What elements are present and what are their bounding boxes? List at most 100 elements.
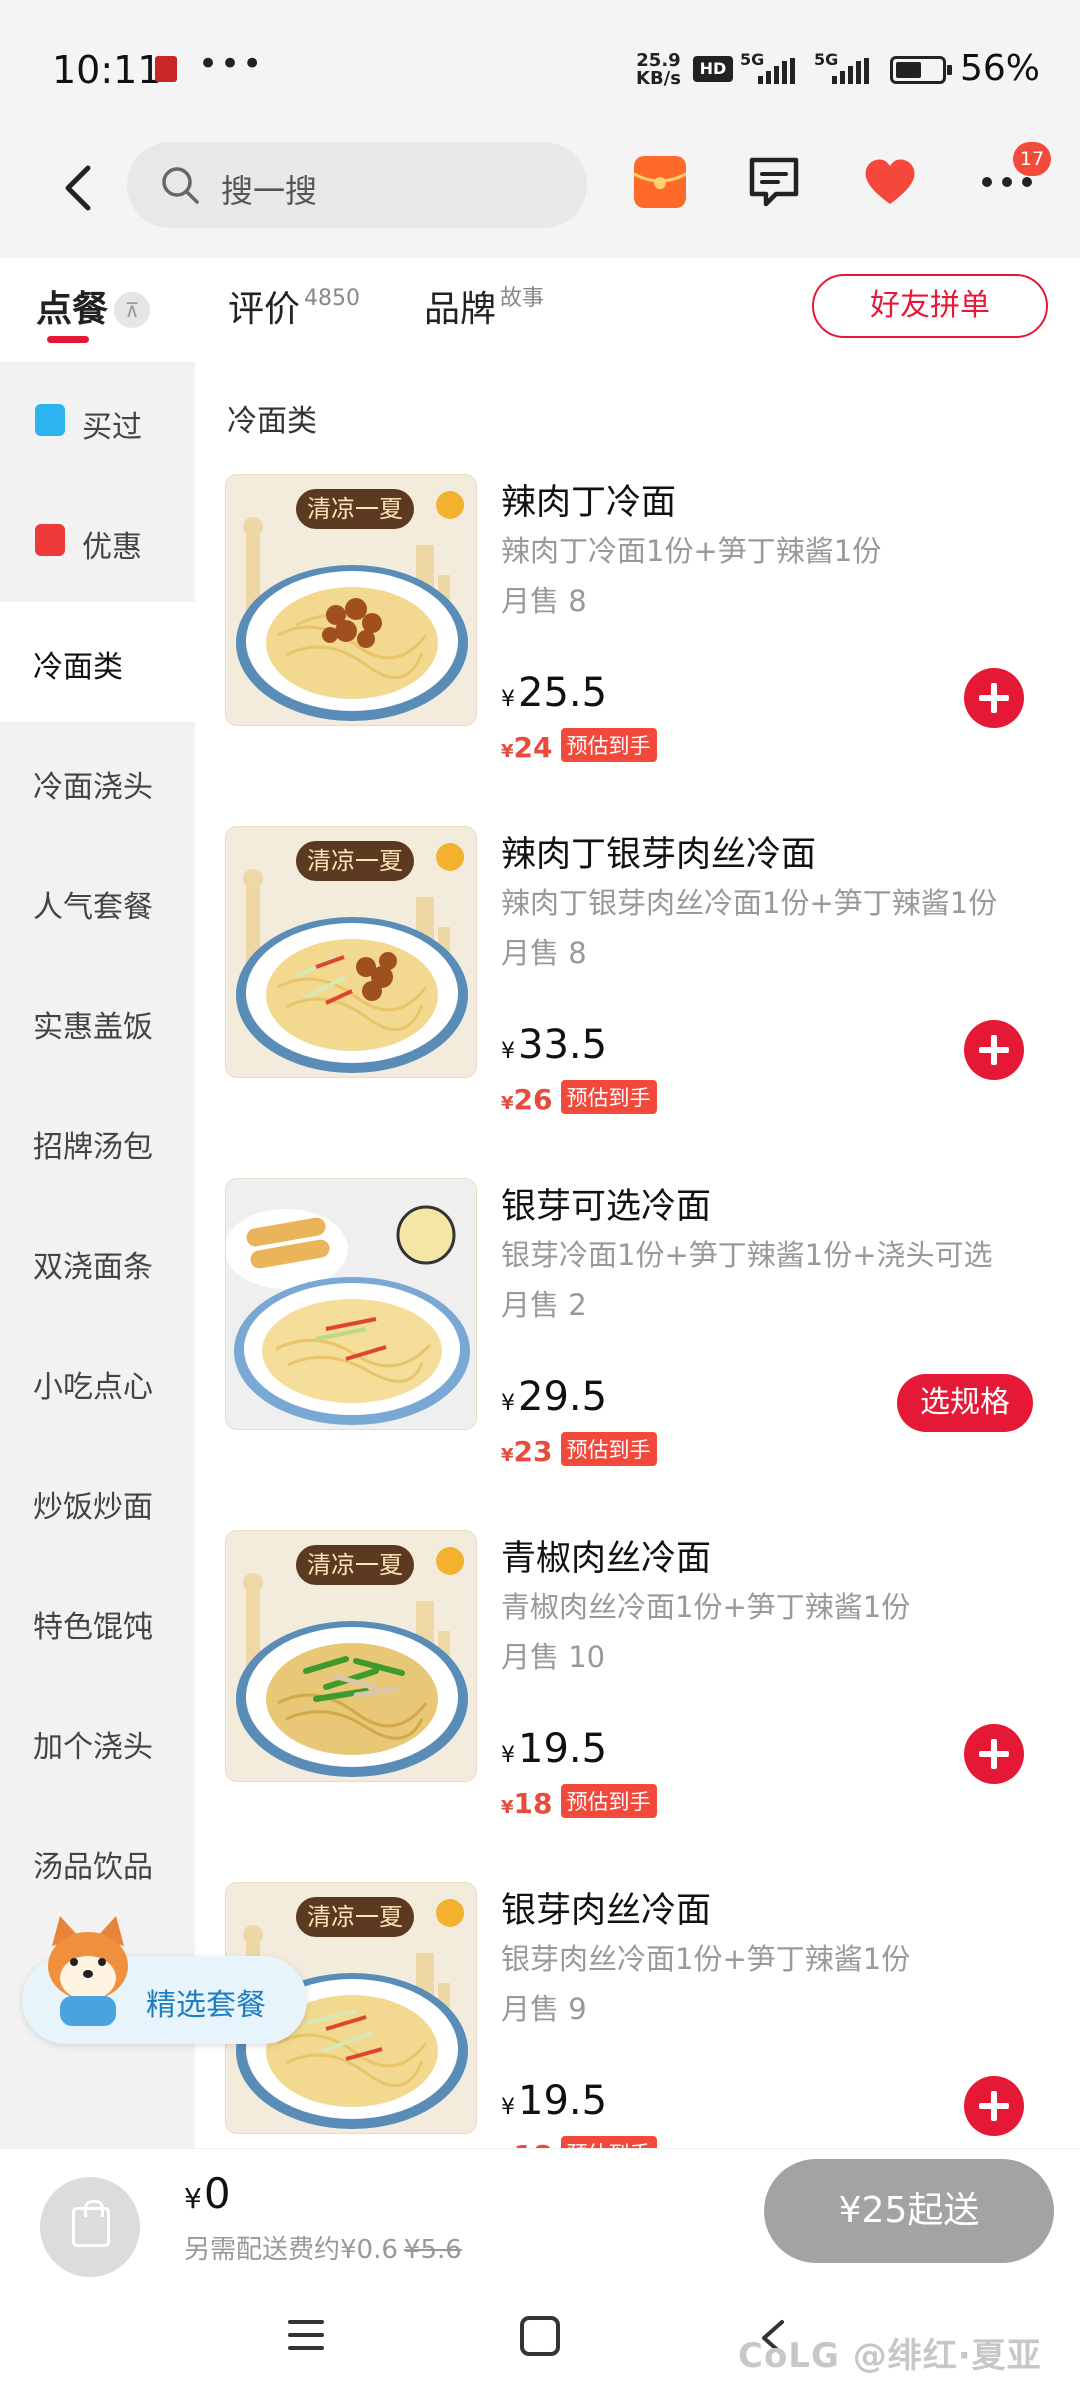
dish-price: ¥25.5: [501, 670, 608, 716]
sidebar-item-label: 特色馄饨: [33, 1610, 153, 1645]
back-icon[interactable]: [50, 158, 110, 218]
tab-brand[interactable]: 品牌 故事: [424, 280, 544, 332]
sidebar-item-label: 加个浇头: [33, 1730, 153, 1765]
featured-combo-label: 精选套餐: [146, 1988, 266, 2023]
thumb-banner: 清凉一夏: [307, 847, 403, 875]
menu-item[interactable]: 清凉一夏 银芽肉丝冷面 银芽肉丝冷面1份+笋丁辣酱1份 月售 9 ¥19.5 ¥…: [195, 1882, 1080, 2148]
dish-description: 辣肉丁银芽肉丝冷面1份+笋丁辣酱1份: [501, 886, 998, 920]
home-icon[interactable]: [520, 2316, 560, 2356]
menu-item[interactable]: 清凉一夏 辣肉丁银芽肉丝冷面 辣肉丁银芽肉丝冷面1份+笋丁辣酱1份 月售 8 ¥…: [195, 826, 1080, 1178]
select-spec-button[interactable]: 选规格: [897, 1374, 1033, 1432]
sidebar-item-extra-topping[interactable]: 加个浇头: [0, 1682, 195, 1802]
dish-image: 清凉一夏: [225, 474, 477, 726]
sidebar-item-soups-drinks[interactable]: 汤品饮品: [0, 1802, 195, 1922]
dish-image: 清凉一夏: [225, 826, 477, 1078]
signal-sim1-icon: 5G: [740, 50, 800, 84]
sidebar-item-label: 双浇面条: [33, 1250, 153, 1285]
monthly-sales: 月售 8: [501, 936, 587, 970]
sidebar-item-discount[interactable]: 优惠: [0, 482, 195, 602]
sidebar-item-snacks[interactable]: 小吃点心: [0, 1322, 195, 1442]
minimum-order-button[interactable]: ¥25起送: [764, 2159, 1054, 2263]
dish-name: 银芽可选冷面: [501, 1187, 712, 1227]
dish-name: 银芽肉丝冷面: [501, 1891, 712, 1931]
message-icon[interactable]: [742, 150, 806, 214]
estimated-price: ¥26 预估到手: [501, 1080, 657, 1116]
sidebar-item-double-topping-noodles[interactable]: 双浇面条: [0, 1202, 195, 1322]
dish-price: ¥29.5: [501, 1374, 608, 1420]
sidebar-item-fried-rice[interactable]: 炒饭炒面: [0, 1442, 195, 1562]
add-to-cart-button[interactable]: [964, 2076, 1024, 2136]
delivery-fee: 另需配送费约¥0.6 ¥5.6: [184, 2235, 462, 2265]
coupon-icon: [35, 524, 65, 556]
sidebar-item-label: 汤品饮品: [33, 1850, 153, 1885]
bag-icon: [35, 404, 65, 436]
sidebar-item-label: 冷面类: [33, 650, 123, 685]
menu-item[interactable]: 清凉一夏 青椒肉丝冷面 青椒肉丝冷面1份+笋丁辣酱1份 月售 10 ¥19.5 …: [195, 1530, 1080, 1882]
favorite-heart-icon[interactable]: [858, 150, 922, 214]
hd-voice-icon: HD: [693, 56, 733, 82]
menu-item[interactable]: 银芽可选冷面 银芽冷面1份+笋丁辣酱1份+浇头可选 月售 2 ¥29.5 ¥23…: [195, 1178, 1080, 1530]
tab-reviews[interactable]: 评价 4850: [228, 280, 360, 332]
thumb-banner: 清凉一夏: [307, 495, 403, 523]
thumb-banner: 清凉一夏: [307, 1551, 403, 1579]
search-input[interactable]: 搜一搜: [127, 142, 587, 228]
dish-description: 辣肉丁冷面1份+笋丁辣酱1份: [501, 534, 882, 568]
sidebar-item-cold-noodles[interactable]: 冷面类: [0, 602, 195, 722]
sidebar-item-rice-bowls[interactable]: 实惠盖饭: [0, 962, 195, 1082]
add-to-cart-button[interactable]: [964, 668, 1024, 728]
search-placeholder: 搜一搜: [221, 172, 318, 210]
watermark: CoLG @绯红·夏亚: [738, 2336, 1042, 2376]
sidebar-item-popular-combos[interactable]: 人气套餐: [0, 842, 195, 962]
reviews-count: 4850: [304, 286, 361, 311]
shiba-mascot-icon: [48, 1916, 128, 2026]
red-packet-icon[interactable]: [628, 150, 692, 214]
sidebar-item-soup-dumplings[interactable]: 招牌汤包: [0, 1082, 195, 1202]
estimated-tag: 预估到手: [560, 1784, 657, 1818]
category-title: 冷面类: [227, 404, 317, 439]
more-notifications-icon: •••: [198, 44, 265, 84]
menu-item[interactable]: 清凉一夏 辣肉丁冷面 辣肉丁冷面1份+笋丁辣酱1份 月售 8 ¥25.5 ¥24…: [195, 474, 1080, 826]
dish-name: 辣肉丁冷面: [501, 483, 677, 523]
dish-price: ¥33.5: [501, 1022, 608, 1068]
recent-apps-icon[interactable]: [288, 2320, 324, 2354]
sidebar-item-wontons[interactable]: 特色馄饨: [0, 1562, 195, 1682]
estimated-tag: 预估到手: [560, 2136, 657, 2148]
monthly-sales: 月售 10: [501, 1640, 606, 1674]
estimated-tag: 预估到手: [560, 1432, 657, 1466]
dish-price: ¥19.5: [501, 1726, 608, 1772]
tab-brand-label: 品牌: [424, 289, 497, 330]
app-notification-icon: [155, 56, 177, 82]
tab-order[interactable]: 点餐 ⊼: [36, 280, 151, 332]
dish-description: 银芽冷面1份+笋丁辣酱1份+浇头可选: [501, 1238, 993, 1272]
top-nav: 搜一搜 17: [0, 130, 1080, 258]
tab-bar: 点餐 ⊼ 评价 4850 品牌 故事 好友拼单: [0, 258, 1080, 362]
add-to-cart-button[interactable]: [964, 1724, 1024, 1784]
monthly-sales: 月售 2: [501, 1288, 587, 1322]
category-sidebar: 买过 优惠 冷面类 冷面浇头 人气套餐 实惠盖饭 招牌汤包 双浇面条 小吃点心 …: [0, 362, 195, 2148]
battery-icon: [890, 56, 952, 84]
dish-image: 清凉一夏: [225, 1530, 477, 1782]
sidebar-item-label: 炒饭炒面: [33, 1490, 153, 1525]
featured-combo-button[interactable]: 精选套餐: [22, 1916, 307, 2044]
sidebar-item-cold-noodle-toppings[interactable]: 冷面浇头: [0, 722, 195, 842]
dish-image: [225, 1178, 477, 1430]
sidebar-item-bought[interactable]: 买过: [0, 362, 195, 482]
shopping-bag-icon[interactable]: [40, 2177, 140, 2277]
sidebar-item-label: 小吃点心: [33, 1370, 153, 1405]
dish-description: 青椒肉丝冷面1份+笋丁辣酱1份: [501, 1590, 911, 1624]
monthly-sales: 月售 8: [501, 584, 587, 618]
dish-price: ¥19.5: [501, 2078, 608, 2124]
cart-bar: ¥0 另需配送费约¥0.6 ¥5.6 ¥25起送: [0, 2148, 1080, 2280]
sidebar-item-label: 招牌汤包: [33, 1130, 153, 1165]
active-tab-indicator: [47, 336, 89, 343]
original-delivery-fee: ¥5.6: [403, 2235, 462, 2265]
add-to-cart-button[interactable]: [964, 1020, 1024, 1080]
thumb-banner: 清凉一夏: [307, 1903, 403, 1931]
dish-name: 青椒肉丝冷面: [501, 1539, 712, 1579]
system-nav-bar: CoLG @绯红·夏亚: [0, 2280, 1080, 2400]
dish-name: 辣肉丁银芽肉丝冷面: [501, 835, 817, 875]
friend-group-order-button[interactable]: 好友拼单: [812, 274, 1048, 338]
pin-top-icon[interactable]: ⊼: [114, 292, 151, 328]
sidebar-item-label: 优惠: [82, 530, 142, 565]
search-icon: [162, 167, 199, 204]
